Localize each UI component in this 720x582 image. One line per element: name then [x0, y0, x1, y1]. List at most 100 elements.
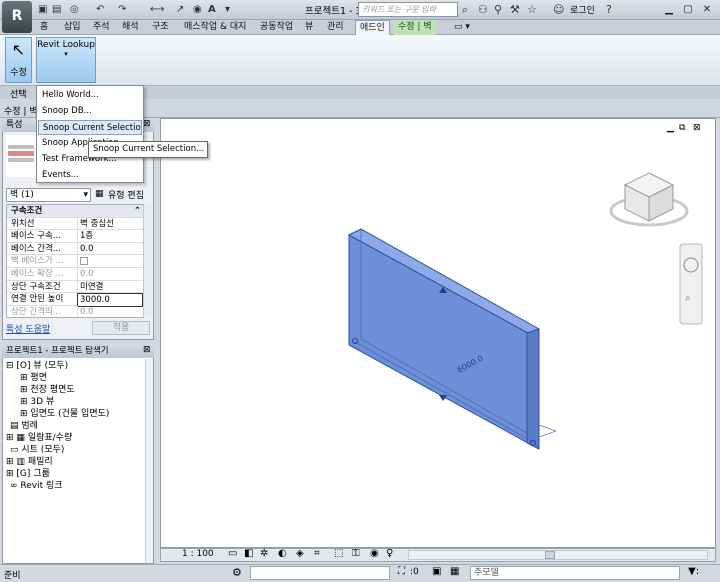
tree-item-legends[interactable]: ▤ 범례: [6, 420, 152, 432]
tools-icon[interactable]: ⚒: [510, 2, 520, 18]
sync-icon[interactable]: ◎: [70, 3, 79, 17]
text-icon[interactable]: A: [208, 3, 216, 17]
tree-item-floor-plans[interactable]: ⊞ 평면: [6, 372, 152, 384]
temporary-hide-icon[interactable]: ◉: [370, 548, 379, 559]
worksets-icon[interactable]: ⚙: [232, 566, 242, 579]
browser-scrollbar[interactable]: [145, 359, 153, 563]
filter-icon[interactable]: ▼:: [688, 566, 699, 577]
tab-insert[interactable]: 삽입: [60, 20, 85, 35]
dimension-icon[interactable]: ↗: [176, 3, 184, 17]
menu-item-hello-world[interactable]: Hello World...: [38, 88, 142, 103]
tree-item-views[interactable]: ⊟ [O] 뷰 (모두): [6, 360, 152, 372]
tab-collaborate[interactable]: 공동작업: [256, 20, 297, 35]
qat-dropdown-icon[interactable]: ▾: [225, 3, 230, 17]
detail-level-icon[interactable]: ▭: [228, 548, 237, 559]
expand-icon[interactable]: ⊞: [20, 385, 28, 395]
tab-annotate[interactable]: 주석: [89, 20, 114, 35]
subscription-icon[interactable]: ⚇: [478, 2, 488, 18]
properties-scrollbar[interactable]: [143, 205, 152, 317]
sun-path-icon[interactable]: ✲: [260, 548, 268, 559]
expand-icon[interactable]: ⊞: [6, 433, 14, 443]
expand-icon[interactable]: ⊞: [20, 397, 28, 407]
menu-item-snoop-current-selection[interactable]: Snoop Current Selection...: [38, 120, 142, 135]
tag-icon[interactable]: ◉: [193, 3, 202, 17]
tree-item-revit-links[interactable]: ∞ Revit 링크: [6, 480, 152, 492]
maximize-icon[interactable]: ▢: [679, 2, 697, 18]
expand-icon[interactable]: ⊞: [6, 469, 14, 479]
menu-item-events[interactable]: Events...: [38, 168, 142, 183]
view-scale[interactable]: 1 : 100: [182, 549, 214, 559]
property-value[interactable]: 벽 중심선: [77, 217, 143, 230]
measure-icon[interactable]: ⟷: [150, 3, 164, 17]
workset-selector[interactable]: [250, 566, 390, 580]
lock-view-icon[interactable]: ⚿: [352, 548, 360, 559]
tree-item-elevations[interactable]: ⊞ 입면도 (건물 입면도): [6, 408, 152, 420]
design-option-selector[interactable]: 주모델: [470, 566, 680, 580]
collapse-icon[interactable]: ⌃: [134, 205, 141, 217]
tab-view[interactable]: 뷰: [301, 20, 317, 35]
communication-icon[interactable]: ⚲: [494, 2, 502, 18]
panel-close-icon[interactable]: ⊠: [143, 119, 151, 129]
tab-home[interactable]: 홈: [36, 20, 52, 35]
undo-icon[interactable]: ↶: [96, 3, 104, 17]
tab-modify-wall[interactable]: 수정 | 벽: [394, 20, 436, 35]
3d-viewport[interactable]: ▁ ⧉ ⊠ 6000.0 ⌕: [160, 118, 716, 548]
collapse-icon[interactable]: ⊟: [6, 361, 14, 371]
tree-item-ceiling-plans[interactable]: ⊞ 천장 평면도: [6, 384, 152, 396]
zoom-icon[interactable]: ⌕: [685, 293, 691, 304]
properties-help-link[interactable]: 특성 도움말: [6, 322, 50, 335]
design-options-icon[interactable]: ▣: [432, 566, 441, 577]
show-crop-icon[interactable]: ⬚: [334, 548, 343, 559]
redo-icon[interactable]: ↷: [118, 3, 126, 17]
expand-icon[interactable]: ⊞: [20, 409, 28, 419]
scrollbar-thumb[interactable]: [545, 551, 555, 559]
model-canvas[interactable]: 6000.0 ⌕: [161, 119, 717, 549]
shadows-icon[interactable]: ◐: [278, 548, 287, 559]
user-icon[interactable]: ☺: [553, 2, 564, 18]
ribbon-options-icon[interactable]: ▭ ▾: [450, 20, 474, 35]
open-icon[interactable]: ▣: [38, 3, 47, 17]
render-icon[interactable]: ◈: [296, 548, 304, 559]
viewcube[interactable]: [609, 172, 689, 227]
modify-button[interactable]: ↖ 수정: [5, 37, 32, 83]
property-value[interactable]: 0.0: [77, 242, 143, 255]
search-input[interactable]: 키워드 또는 구문 입력: [358, 2, 458, 17]
crop-view-icon[interactable]: ⌗: [314, 548, 320, 559]
tab-analyze[interactable]: 해석: [118, 20, 143, 35]
application-menu-button[interactable]: R: [2, 1, 32, 33]
tree-item-3d-views[interactable]: ⊞ 3D 뷰: [6, 396, 152, 408]
help-icon[interactable]: ?: [606, 2, 612, 18]
tab-massing-site[interactable]: 매스작업 & 대지: [180, 20, 250, 35]
editable-only-icon[interactable]: ⛶: [398, 566, 405, 577]
horizontal-scrollbar[interactable]: [408, 550, 708, 560]
favorites-icon[interactable]: ☆: [527, 2, 537, 18]
save-icon[interactable]: ▤: [52, 3, 61, 17]
tree-item-sheets[interactable]: ▭ 시트 (모두): [6, 444, 152, 456]
tree-item-schedules[interactable]: ⊞ ▦ 일람표/수량: [6, 432, 152, 444]
type-selector-dropdown[interactable]: 벽 (1) ▾: [6, 188, 91, 202]
panel-close-icon[interactable]: ⊠: [143, 345, 151, 355]
tree-item-families[interactable]: ⊞ ▥ 패밀리: [6, 456, 152, 468]
search-icon[interactable]: ⌕: [462, 2, 468, 18]
property-value[interactable]: 1층: [77, 230, 143, 243]
property-value[interactable]: 미연결: [77, 280, 143, 293]
login-link[interactable]: 로그인: [570, 3, 595, 16]
menu-item-snoop-db[interactable]: Snoop DB...: [38, 104, 142, 119]
select-panel-label[interactable]: 선택: [10, 87, 27, 100]
tab-addins[interactable]: 애드인: [355, 20, 390, 35]
tab-structure[interactable]: 구조: [148, 20, 173, 35]
expand-icon[interactable]: ⊞: [6, 457, 14, 467]
expand-icon[interactable]: ⊞: [20, 373, 28, 383]
press-drag-icon[interactable]: ▦: [450, 566, 459, 577]
edit-type-button[interactable]: 유형 편집: [108, 188, 144, 201]
tab-manage[interactable]: 관리: [323, 20, 348, 35]
minimize-icon[interactable]: ▁: [660, 2, 678, 18]
wall-front-face[interactable]: [348, 234, 540, 450]
reveal-hidden-icon[interactable]: ♀: [386, 548, 393, 559]
visual-style-icon[interactable]: ◧: [244, 548, 253, 559]
tree-item-groups[interactable]: ⊞ [G] 그룹: [6, 468, 152, 480]
apply-button[interactable]: 적용: [92, 321, 150, 335]
revit-lookup-button[interactable]: Revit Lookup ▾: [36, 37, 96, 83]
wall-side-face[interactable]: [526, 328, 540, 450]
close-icon[interactable]: ✕: [698, 2, 716, 18]
